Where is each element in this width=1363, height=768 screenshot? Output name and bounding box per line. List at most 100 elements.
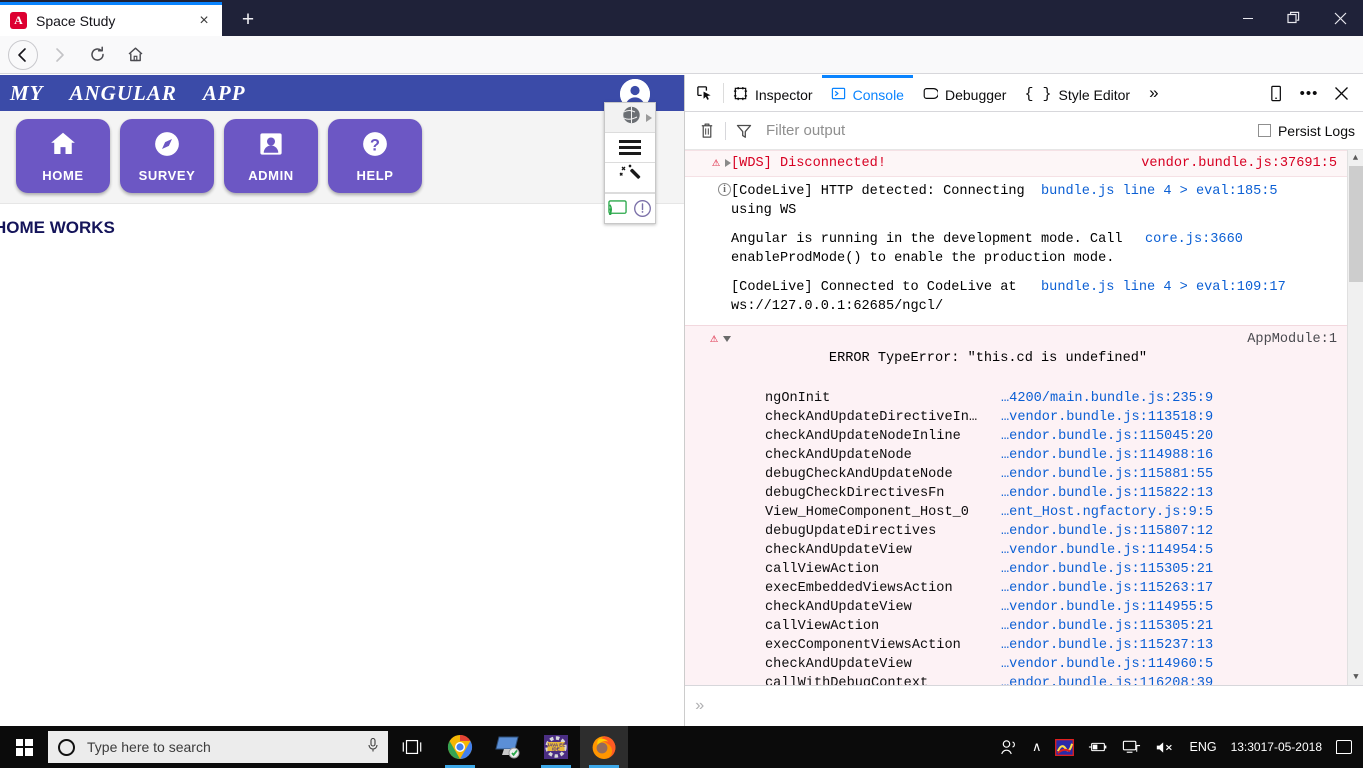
back-button[interactable]: [8, 39, 38, 70]
stack-location[interactable]: …endor.bundle.js:115822:13: [1001, 484, 1213, 503]
scroll-down-arrow-icon[interactable]: ▼: [1348, 669, 1363, 685]
network-icon[interactable]: [1115, 726, 1148, 768]
message-location[interactable]: AppModule:1: [1233, 330, 1337, 387]
new-tab-button[interactable]: +: [232, 4, 264, 34]
expander-expanded-icon[interactable]: [723, 336, 731, 342]
start-button[interactable]: [0, 726, 48, 768]
sql-monitor-icon[interactable]: [484, 726, 532, 768]
stack-row[interactable]: debugCheckDirectivesFn …endor.bundle.js:1…: [765, 484, 1337, 503]
stack-location[interactable]: …endor.bundle.js:116208:39: [1001, 674, 1213, 685]
tab-inspector[interactable]: Inspector: [724, 75, 822, 111]
stack-row[interactable]: debugCheckAndUpdateNode …endor.bundle.js:…: [765, 465, 1337, 484]
stack-location[interactable]: …vendor.bundle.js:113518:9: [1001, 408, 1213, 427]
reload-button[interactable]: [80, 39, 114, 71]
browser-tab[interactable]: Space Study ×: [0, 2, 222, 36]
codelive-overlay-widget[interactable]: [604, 102, 656, 224]
overlay-status-row[interactable]: [605, 193, 655, 223]
persist-logs-checkbox[interactable]: Persist Logs: [1257, 123, 1355, 139]
forward-button[interactable]: [42, 39, 76, 71]
stack-row[interactable]: callWithDebugContext …endor.bundle.js:116…: [765, 674, 1337, 685]
message-location[interactable]: bundle.js line 4 > eval:185:5: [1027, 182, 1278, 220]
console-message[interactable]: [CodeLive] Connected to CodeLive at ws:/…: [685, 272, 1347, 320]
stack-location[interactable]: …endor.bundle.js:115305:21: [1001, 560, 1213, 579]
stack-row[interactable]: callViewAction …endor.bundle.js:115305:21: [765, 617, 1337, 636]
console-message[interactable]: ⚠ [WDS] Disconnected! vendor.bundle.js:3…: [685, 150, 1347, 177]
paint-icon[interactable]: [1048, 726, 1081, 768]
java-ee-ide-icon[interactable]: JAVA EE IDE: [532, 726, 580, 768]
message-location[interactable]: core.js:3660: [1131, 230, 1243, 268]
stack-location[interactable]: …endor.bundle.js:115881:55: [1001, 465, 1213, 484]
stack-location[interactable]: …endor.bundle.js:115305:21: [1001, 617, 1213, 636]
stack-location[interactable]: …vendor.bundle.js:114960:5: [1001, 655, 1213, 674]
stack-location[interactable]: …4200/main.bundle.js:235:9: [1001, 389, 1213, 408]
volume-muted-icon[interactable]: [1148, 726, 1182, 768]
stack-location[interactable]: …endor.bundle.js:115045:20: [1001, 427, 1213, 446]
tray-expand-icon[interactable]: ∧: [1025, 726, 1049, 768]
trash-icon[interactable]: [693, 117, 721, 145]
console-output[interactable]: ⚠ [WDS] Disconnected! vendor.bundle.js:3…: [685, 150, 1363, 685]
console-scrollbar[interactable]: ▲ ▼: [1347, 150, 1363, 685]
tab-debugger[interactable]: Debugger: [913, 75, 1016, 111]
minimize-icon[interactable]: [1225, 0, 1271, 36]
overlay-globe-row[interactable]: [605, 103, 655, 133]
close-icon[interactable]: ×: [194, 11, 214, 31]
stack-location[interactable]: …vendor.bundle.js:114954:5: [1001, 541, 1213, 560]
tabs-overflow-icon[interactable]: »: [1139, 75, 1168, 111]
stack-location[interactable]: …endor.bundle.js:114988:16: [1001, 446, 1213, 465]
stack-row[interactable]: debugUpdateDirectives …endor.bundle.js:11…: [765, 522, 1337, 541]
console-input[interactable]: »: [685, 685, 1363, 726]
stack-location[interactable]: …endor.bundle.js:115237:13: [1001, 636, 1213, 655]
nav-card-admin[interactable]: ADMIN: [224, 119, 318, 193]
stack-location[interactable]: …endor.bundle.js:115263:17: [1001, 579, 1213, 598]
battery-icon[interactable]: [1081, 726, 1115, 768]
overlay-wand-row[interactable]: [605, 163, 655, 193]
console-message[interactable]: i [CodeLive] HTTP detected: Connecting u…: [685, 177, 1347, 224]
scrollbar-thumb[interactable]: [1349, 166, 1363, 282]
console-message-error[interactable]: ⚠ ERROR TypeError: "this.cd is undefined…: [685, 325, 1347, 389]
stack-row[interactable]: checkAndUpdateView …vendor.bundle.js:1149…: [765, 598, 1337, 617]
taskbar-search[interactable]: Type here to search: [48, 731, 388, 763]
stack-row[interactable]: callViewAction …endor.bundle.js:115305:21: [765, 560, 1337, 579]
chrome-icon[interactable]: [436, 726, 484, 768]
task-view-icon[interactable]: [388, 726, 436, 768]
nav-card-home[interactable]: HOME: [16, 119, 110, 193]
devtools-close-icon[interactable]: [1325, 75, 1357, 111]
stack-row[interactable]: execComponentViewsAction …endor.bundle.js…: [765, 636, 1337, 655]
stack-row[interactable]: checkAndUpdateDirectiveIn… …vendor.bundle…: [765, 408, 1337, 427]
tab-style-editor[interactable]: { } Style Editor: [1015, 75, 1139, 111]
chevron-right-icon[interactable]: [646, 114, 652, 122]
stack-row[interactable]: execEmbeddedViewsAction …endor.bundle.js:…: [765, 579, 1337, 598]
warning-circle-icon[interactable]: [630, 199, 655, 218]
stack-row[interactable]: View_HomeComponent_Host_0 …ent_Host.ngfac…: [765, 503, 1337, 522]
funnel-icon[interactable]: [730, 117, 758, 145]
language-indicator[interactable]: ENG: [1182, 726, 1223, 768]
console-message[interactable]: Angular is running in the development mo…: [685, 224, 1347, 272]
close-window-icon[interactable]: [1317, 0, 1363, 36]
stack-row[interactable]: checkAndUpdateNodeInline …endor.bundle.js…: [765, 427, 1337, 446]
message-location[interactable]: bundle.js line 4 > eval:109:17: [1027, 278, 1286, 316]
tab-console[interactable]: Console: [821, 75, 913, 111]
home-button[interactable]: [118, 39, 152, 71]
clock[interactable]: 13:30 17-05-2018: [1224, 726, 1329, 768]
overlay-menu-row[interactable]: [605, 133, 655, 163]
stack-row[interactable]: ngOnInit …4200/main.bundle.js:235:9: [765, 389, 1337, 408]
devtools-more-icon[interactable]: •••: [1293, 75, 1325, 111]
people-icon[interactable]: [993, 726, 1025, 768]
message-location[interactable]: vendor.bundle.js:37691:5: [1127, 154, 1337, 173]
scroll-up-arrow-icon[interactable]: ▲: [1348, 150, 1363, 166]
stack-location[interactable]: …ent_Host.ngfactory.js:9:5: [1001, 503, 1213, 522]
cast-icon[interactable]: [605, 199, 630, 218]
action-center-icon[interactable]: [1329, 726, 1359, 768]
nav-card-survey[interactable]: SURVEY: [120, 119, 214, 193]
stack-row[interactable]: checkAndUpdateView …vendor.bundle.js:1149…: [765, 655, 1337, 674]
nav-card-help[interactable]: ? HELP: [328, 119, 422, 193]
responsive-design-icon[interactable]: [1261, 75, 1293, 111]
maximize-icon[interactable]: [1271, 0, 1317, 36]
stack-location[interactable]: …endor.bundle.js:115807:12: [1001, 522, 1213, 541]
stack-row[interactable]: checkAndUpdateView …vendor.bundle.js:1149…: [765, 541, 1337, 560]
stack-location[interactable]: …vendor.bundle.js:114955:5: [1001, 598, 1213, 617]
microphone-icon[interactable]: [366, 737, 380, 758]
firefox-icon[interactable]: [580, 726, 628, 768]
stack-row[interactable]: checkAndUpdateNode …endor.bundle.js:11498…: [765, 446, 1337, 465]
element-picker-icon[interactable]: [685, 75, 723, 111]
